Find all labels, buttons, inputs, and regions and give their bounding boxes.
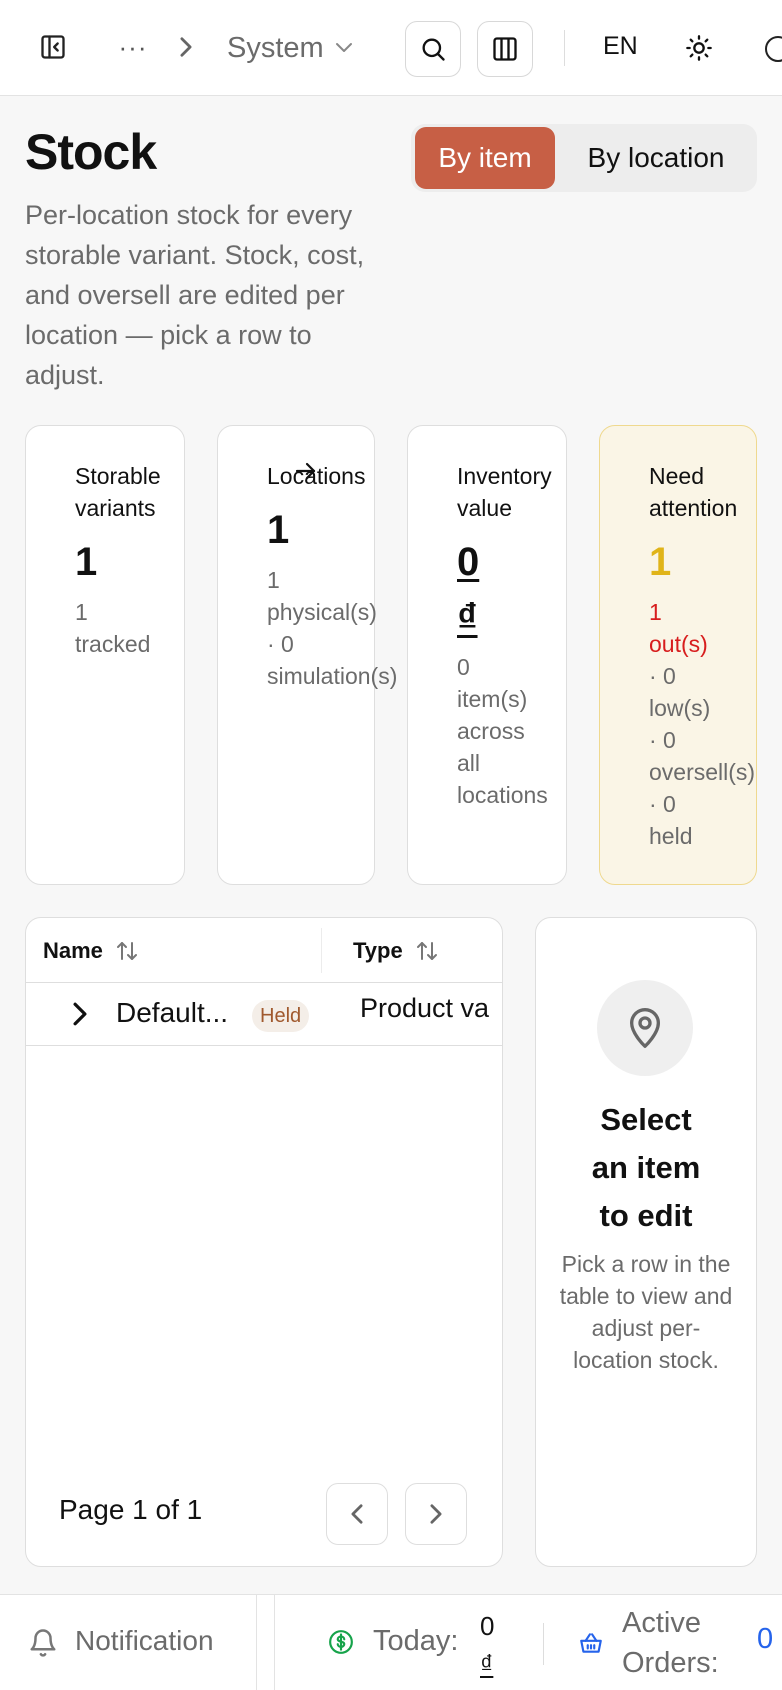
next-page-button[interactable]	[405, 1483, 467, 1545]
stat-value: 1	[267, 508, 290, 552]
expand-chevron-icon[interactable]	[70, 1001, 94, 1029]
empty-state-description: Pick a row in the table to view and adju…	[559, 1251, 733, 1373]
footer-divider	[543, 1623, 544, 1665]
breadcrumb-current-label: System	[227, 31, 324, 64]
stat-label: Need attention	[649, 463, 738, 521]
stat-sub: 1 out(s) · 0 low(s) · 0 oversell(s) · 0 …	[649, 599, 756, 849]
footer-divider	[274, 1595, 275, 1690]
notification-link[interactable]: Notification	[75, 1625, 214, 1657]
sun-icon[interactable]	[683, 32, 715, 64]
page-subtitle: Per-location stock for every storable va…	[25, 200, 365, 390]
stat-card-inventory-value: Inventory value 0 ₫ 0 item(s) across all…	[407, 425, 567, 885]
breadcrumb-more[interactable]: ···	[118, 32, 148, 62]
by-location-tab[interactable]: By location	[559, 127, 753, 189]
today-label: Today:	[373, 1625, 459, 1657]
columns-icon	[493, 37, 517, 61]
status-bar: Notification Today: 0 ₫ Active Orders: 0	[0, 1594, 782, 1690]
bell-icon[interactable]	[28, 1628, 58, 1658]
table-header: Name Type	[26, 918, 502, 983]
search-icon	[422, 38, 445, 61]
stat-value: 1	[75, 540, 98, 584]
row-name: Default...	[116, 997, 229, 1028]
column-header-name[interactable]: Name	[43, 918, 139, 983]
stat-sub: 0 item(s) across all locations	[457, 654, 548, 808]
footer-divider	[256, 1595, 257, 1690]
user-avatar-icon[interactable]	[765, 36, 782, 62]
breadcrumb-separator-icon	[178, 32, 194, 62]
active-orders-value[interactable]: 0	[757, 1623, 773, 1656]
sort-icon	[116, 941, 137, 960]
column-divider	[321, 928, 322, 973]
arrow-right-icon	[294, 458, 318, 489]
empty-state-title: Select an item to edit	[591, 1102, 701, 1233]
stat-sub: 1 physical(s) · 0 simulation(s)	[267, 567, 398, 689]
language-switcher[interactable]: EN	[603, 32, 638, 61]
status-badge: Held	[252, 1000, 310, 1032]
edit-panel-empty: Select an item to edit Pick a row in the…	[535, 917, 757, 1567]
chevron-left-icon	[351, 1504, 363, 1524]
stat-card-variants: Storable variants 1 1 tracked	[25, 425, 185, 885]
stock-table: Name Type Default... Held Product va Pag…	[25, 917, 503, 1567]
view-toggle: By item By location	[411, 124, 757, 192]
map-pin-icon	[597, 980, 693, 1076]
columns-button[interactable]	[477, 21, 533, 77]
stat-value: 0 ₫	[457, 540, 480, 640]
search-button[interactable]	[405, 21, 461, 77]
stat-value: 1	[649, 540, 672, 584]
basket-icon	[578, 1630, 604, 1656]
page-title: Stock	[25, 124, 157, 180]
active-orders-label: Active Orders:	[622, 1607, 719, 1679]
top-bar: ··· System EN	[0, 0, 782, 96]
stat-label: Storable variants	[75, 463, 161, 521]
sort-icon	[416, 941, 437, 960]
table-row[interactable]: Default... Held Product va	[26, 983, 502, 1046]
toggle-sidebar-icon[interactable]	[36, 30, 70, 64]
chevron-down-icon	[335, 43, 352, 52]
pagination-label: Page 1 of 1	[59, 1494, 203, 1525]
topbar-divider	[564, 30, 565, 66]
row-type: Product va	[360, 993, 490, 1023]
column-header-type[interactable]: Type	[353, 918, 439, 983]
dollar-icon	[328, 1629, 354, 1655]
stat-card-locations: Locations 1 1 physical(s) · 0 simulation…	[217, 425, 397, 885]
breadcrumb-current[interactable]: System	[227, 30, 354, 66]
stat-sub: 1 tracked	[75, 599, 151, 657]
chevron-right-icon	[430, 1504, 442, 1524]
previous-page-button[interactable]	[326, 1483, 388, 1545]
stat-label: Inventory value	[457, 463, 552, 521]
today-value: 0 ₫	[480, 1611, 495, 1679]
by-item-tab[interactable]: By item	[415, 127, 555, 189]
stat-card-need-attention: Need attention 1 1 out(s) · 0 low(s) · 0…	[599, 425, 757, 885]
